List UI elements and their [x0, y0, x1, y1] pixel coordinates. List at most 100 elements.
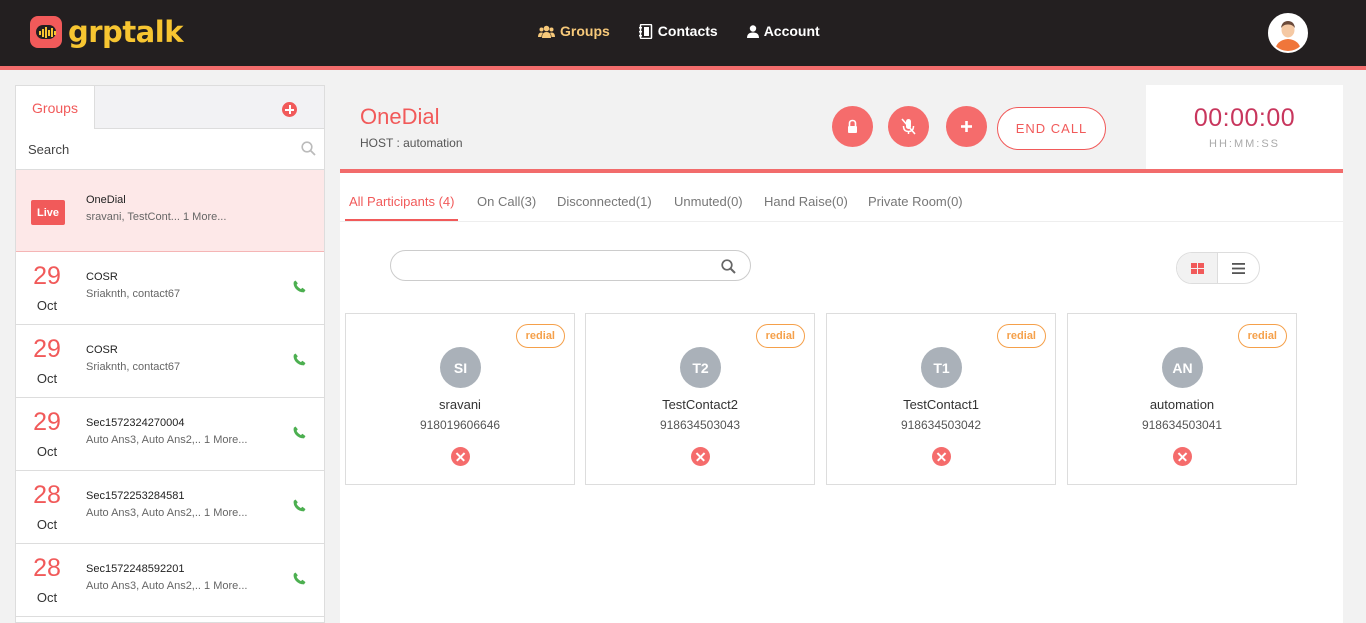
user-avatar[interactable]	[1268, 13, 1308, 53]
group-search-input[interactable]	[16, 129, 324, 169]
logo-text: grptalk	[68, 15, 183, 49]
group-members: Sriaknth, contact67	[86, 288, 181, 300]
list-icon	[1232, 262, 1245, 274]
nav-groups[interactable]: Groups	[538, 23, 610, 39]
participant-name: automation	[1149, 397, 1215, 412]
logo-icon	[30, 16, 62, 48]
phone-icon[interactable]	[293, 353, 306, 366]
user-icon	[746, 24, 759, 38]
nav-groups-label: Groups	[560, 23, 610, 39]
phone-icon[interactable]	[293, 572, 306, 585]
redial-button[interactable]: redial	[515, 324, 565, 348]
call-host: HOST : automation	[360, 136, 463, 150]
add-participant-button[interactable]	[946, 106, 987, 147]
group-day: 29	[33, 408, 61, 436]
participant-name: TestContact1	[903, 397, 979, 412]
group-item[interactable]: 29 Oct COSR Sriaknth, contact67	[16, 252, 324, 325]
search-icon[interactable]	[301, 141, 316, 156]
sidebar-tabs: Groups	[16, 86, 324, 129]
group-name: Sec1572253284581	[86, 490, 185, 502]
end-call-button[interactable]: END CALL	[997, 107, 1106, 150]
tab-hand-raise[interactable]: Hand Raise(0)	[764, 194, 848, 209]
grptalk-logo[interactable]: grptalk	[30, 16, 183, 48]
group-item-live[interactable]: Live OneDial sravani, TestCont... 1 More…	[16, 170, 324, 252]
plus-icon	[961, 121, 972, 132]
tab-private-room[interactable]: Private Room(0)	[868, 194, 963, 209]
topbar-accent-line	[0, 66, 1366, 70]
participant-search	[390, 250, 751, 281]
group-name: COSR	[86, 344, 118, 356]
participant-number: 918634503042	[900, 418, 982, 432]
group-item[interactable]: 28 Oct Sec1572253284581 Auto Ans3, Auto …	[16, 471, 324, 544]
participant-card[interactable]: redial T1 TestContact1 918634503042	[826, 313, 1056, 485]
participant-card[interactable]: redial AN automation 918634503041	[1067, 313, 1297, 485]
participant-name: TestContact2	[662, 397, 738, 412]
sidebar-search	[16, 129, 324, 170]
group-members: sravani, TestCont... 1 More...	[86, 211, 227, 223]
group-month: Oct	[36, 298, 58, 313]
add-group-icon[interactable]	[282, 102, 297, 117]
participant-number: 918634503043	[659, 418, 741, 432]
group-members: Sriaknth, contact67	[86, 361, 181, 373]
disconnect-icon[interactable]	[932, 447, 951, 466]
disconnect-icon[interactable]	[1173, 447, 1192, 466]
users-icon	[538, 25, 555, 38]
group-item[interactable]: 28 Oct Sec1572248592201 Auto Ans3, Auto …	[16, 544, 324, 617]
phone-icon[interactable]	[293, 280, 306, 293]
main-nav: Groups Contacts Account	[538, 23, 849, 39]
group-day: 28	[33, 554, 61, 582]
nav-contacts[interactable]: Contacts	[638, 23, 718, 39]
list-view-button[interactable]	[1218, 253, 1259, 283]
call-timer-box: 00:00:00 HH:MM:SS	[1146, 85, 1343, 170]
group-name: COSR	[86, 271, 118, 283]
tab-all-participants[interactable]: All Participants (4)	[349, 194, 454, 209]
nav-contacts-label: Contacts	[657, 23, 718, 39]
participant-initials: T1	[921, 347, 962, 388]
tab-groups[interactable]: Groups	[16, 86, 95, 129]
phone-icon[interactable]	[293, 499, 306, 512]
nav-account-label: Account	[763, 23, 820, 39]
tab-unmuted[interactable]: Unmuted(0)	[674, 194, 743, 209]
header-accent-line	[340, 169, 1343, 173]
search-icon[interactable]	[721, 259, 736, 274]
group-item[interactable]: 29 Oct COSR Sriaknth, contact67	[16, 325, 324, 398]
active-tab-indicator	[345, 219, 458, 221]
group-day: 29	[33, 262, 61, 290]
group-members: Auto Ans3, Auto Ans2,.. 1 More...	[86, 507, 248, 519]
disconnect-icon[interactable]	[451, 447, 470, 466]
call-panel: OneDial HOST : automation END CALL 00:00…	[340, 85, 1343, 623]
group-name: OneDial	[86, 194, 126, 206]
participant-name: sravani	[439, 397, 481, 412]
timer-format: HH:MM:SS	[1209, 138, 1280, 150]
call-title: OneDial	[360, 104, 440, 129]
view-toggle	[1176, 252, 1260, 284]
group-members: Auto Ans3, Auto Ans2,.. 1 More...	[86, 434, 248, 446]
tab-on-call[interactable]: On Call(3)	[477, 194, 536, 209]
mute-all-button[interactable]	[888, 106, 929, 147]
participant-initials: SI	[440, 347, 481, 388]
participant-number: 918634503041	[1141, 418, 1223, 432]
top-navbar: grptalk Groups Contacts Account	[0, 0, 1366, 66]
group-day: 29	[33, 335, 61, 363]
disconnect-icon[interactable]	[691, 447, 710, 466]
call-header: OneDial HOST : automation END CALL	[340, 85, 1146, 170]
redial-button[interactable]: redial	[996, 324, 1046, 348]
phone-icon[interactable]	[293, 426, 306, 439]
grid-view-button[interactable]	[1177, 253, 1219, 283]
participant-search-input[interactable]	[401, 251, 721, 280]
nav-account[interactable]: Account	[746, 23, 820, 39]
participant-card[interactable]: redial T2 TestContact2 918634503043	[585, 313, 815, 485]
redial-button[interactable]: redial	[755, 324, 805, 348]
redial-button[interactable]: redial	[1237, 324, 1287, 348]
lock-button[interactable]	[832, 106, 873, 147]
group-day: 28	[33, 481, 61, 509]
grid-icon	[1190, 262, 1204, 274]
group-month: Oct	[36, 444, 58, 459]
group-month: Oct	[36, 517, 58, 532]
participant-card[interactable]: redial SI sravani 918019606646	[345, 313, 575, 485]
address-book-icon	[638, 23, 653, 39]
group-members: Auto Ans3, Auto Ans2,.. 1 More...	[86, 580, 248, 592]
group-item[interactable]: 29 Oct Sec1572324270004 Auto Ans3, Auto …	[16, 398, 324, 471]
groups-sidebar: Groups Live OneDial sravani, TestCont...…	[15, 85, 325, 623]
tab-disconnected[interactable]: Disconnected(1)	[557, 194, 652, 209]
